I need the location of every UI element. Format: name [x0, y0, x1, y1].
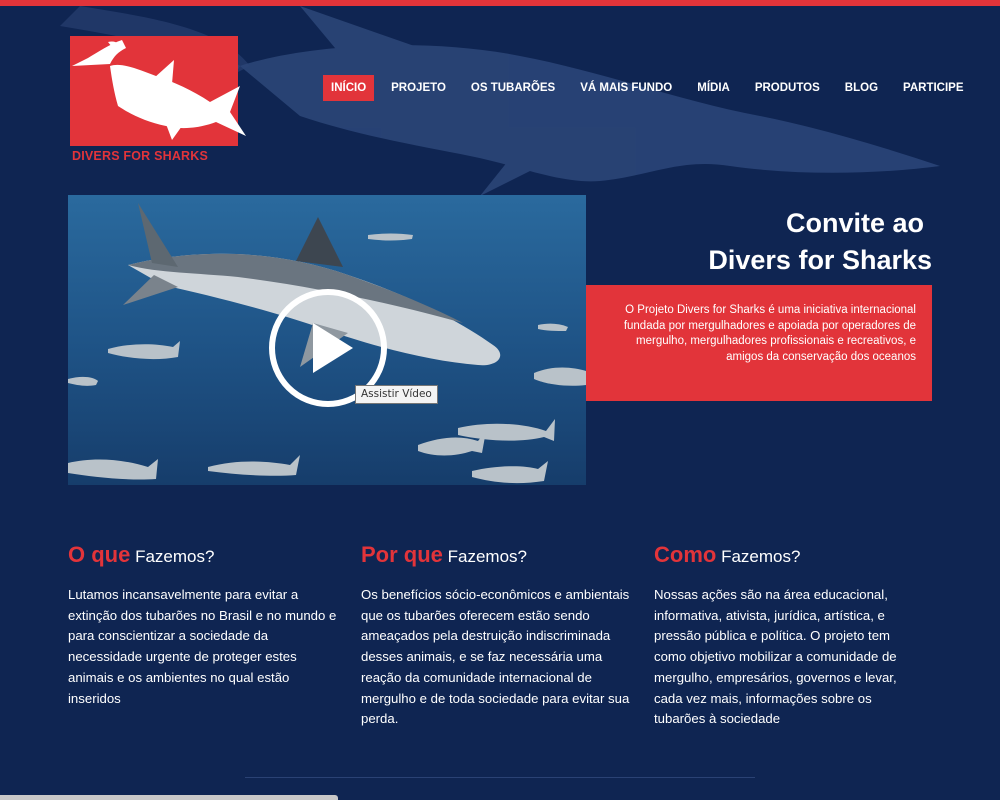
nav-item-midia[interactable]: MÍDIA [689, 75, 738, 101]
hammerhead-shark-icon [72, 40, 246, 140]
nav-item-blog[interactable]: BLOG [837, 75, 886, 101]
play-triangle [313, 323, 353, 373]
what-we-do-section: O que Fazemos? Lutamos incansavelmente p… [68, 540, 338, 709]
nav-item-produtos[interactable]: PRODUTOS [747, 75, 828, 101]
footer-divider [245, 777, 755, 778]
nav-item-participe[interactable]: PARTICIPE [895, 75, 972, 101]
heading-highlight: Como [654, 542, 717, 567]
heading-highlight: Por que [361, 542, 443, 567]
section-text: Nossas ações são na área educacional, in… [654, 587, 897, 727]
nav-item-inicio[interactable]: INÍCIO [323, 75, 375, 101]
heading-highlight: O que [68, 542, 131, 567]
site-logo[interactable]: DIVERS FOR SHARKS [70, 36, 246, 166]
section-text: Lutamos incansavelmente para evitar a ex… [68, 587, 337, 706]
heading-rest: Fazemos? [447, 547, 528, 566]
logo-text: DIVERS FOR SHARKS [72, 149, 209, 163]
nav-item-os-tubaroes[interactable]: OS TUBARÕES [463, 75, 563, 101]
horizontal-scrollbar[interactable] [0, 795, 338, 800]
video-tooltip: Assistir Vídeo [355, 385, 438, 404]
invite-title: Convite ao Divers for Sharks [612, 205, 932, 279]
section-heading: Por que Fazemos? [361, 540, 631, 572]
nav-item-va-mais-fundo[interactable]: VÁ MAIS FUNDO [572, 75, 680, 101]
invite-description: O Projeto Divers for Sharks é uma inicia… [586, 285, 932, 401]
heading-rest: Fazemos? [135, 547, 215, 566]
how-we-do-section: Como Fazemos? Nossas ações são na área e… [654, 540, 924, 730]
section-heading: Como Fazemos? [654, 540, 924, 572]
why-we-do-section: Por que Fazemos? Os benefícios sócio-eco… [361, 540, 631, 730]
section-text: Os benefícios sócio-econômicos e ambient… [361, 587, 630, 727]
invite-title-line-1: Convite ao [785, 208, 924, 238]
invite-title-line-2: Divers for Sharks [708, 245, 932, 275]
main-nav: INÍCIO PROJETO OS TUBARÕES VÁ MAIS FUNDO… [322, 75, 981, 101]
heading-rest: Fazemos? [721, 547, 801, 566]
section-heading: O que Fazemos? [68, 540, 338, 572]
nav-item-projeto[interactable]: PROJETO [383, 75, 454, 101]
